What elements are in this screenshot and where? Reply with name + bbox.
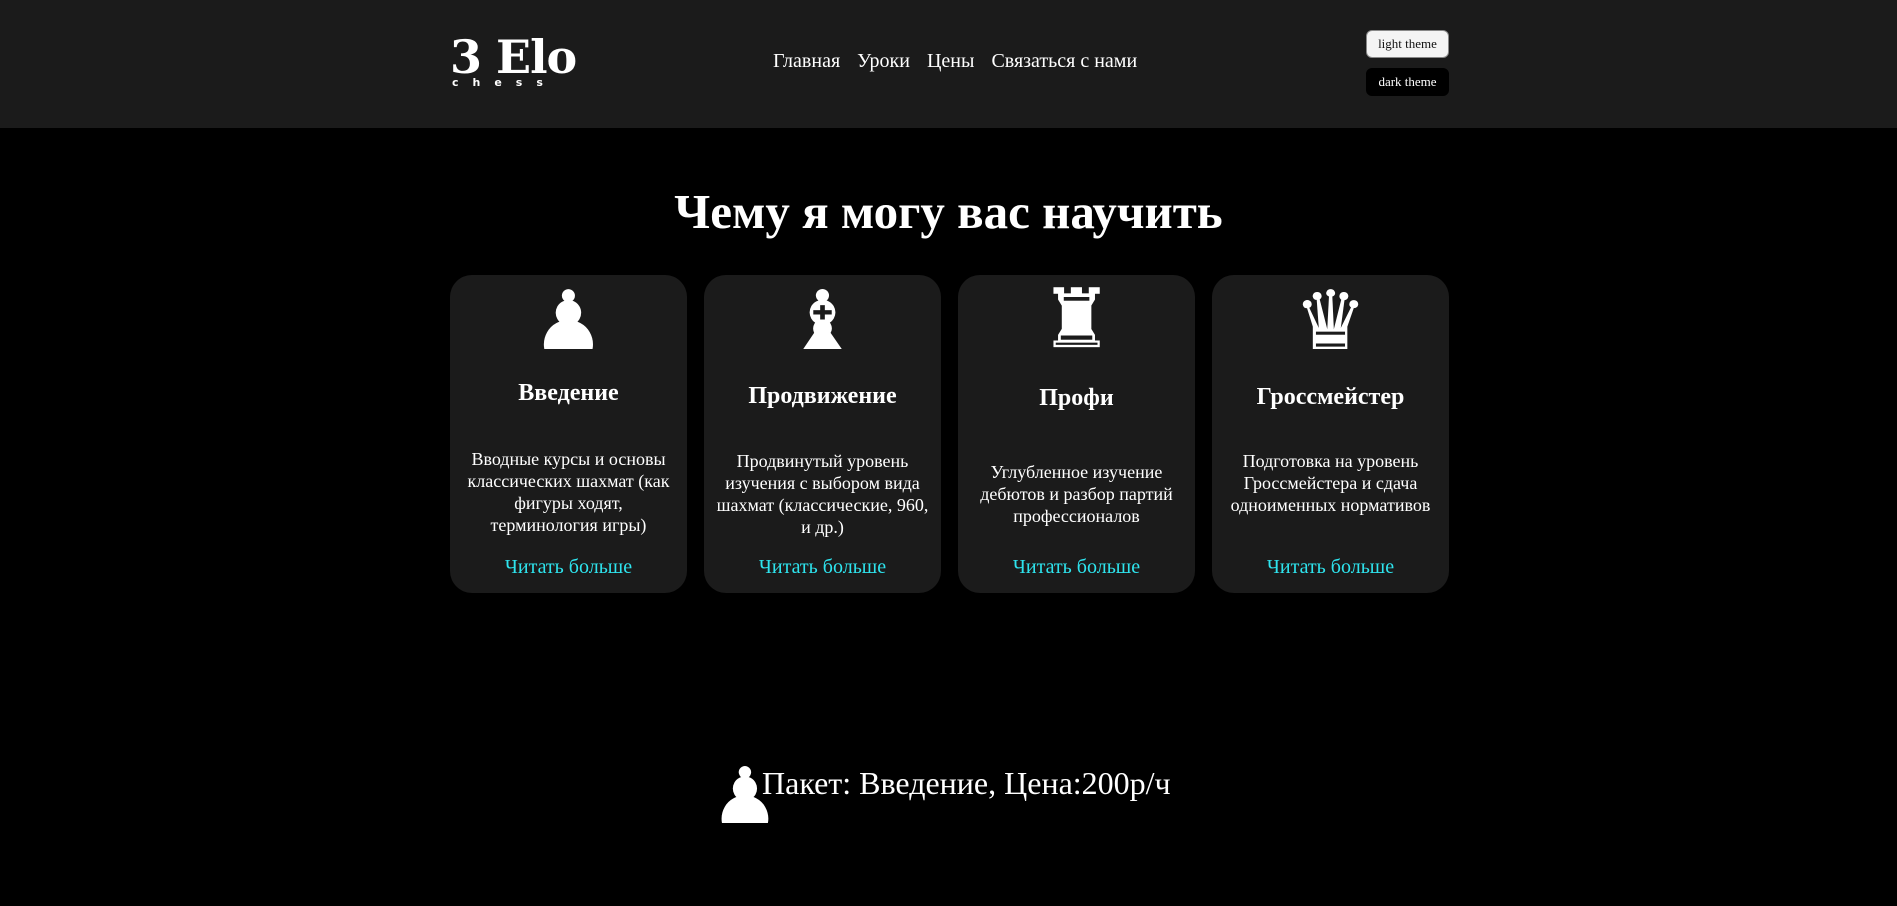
course-card-grandmaster: ♛ Гроссмейстер Подготовка на уровень Гро… [1212,275,1449,593]
package-text: Пакет: Введение, Цена:200р/ч [762,765,1171,801]
nav-link-contact[interactable]: Связаться с нами [991,50,1137,73]
card-description: Углубленное изучение дебютов и разбор па… [980,462,1173,526]
course-card-intro: ♟ Введение Вводные курсы и основы класси… [450,275,687,593]
rook-icon: ♜ [1039,272,1114,367]
card-description: Подготовка на уровень Гроссмейстера и сд… [1230,451,1431,515]
read-more-link[interactable]: Читать больше [958,555,1195,579]
bishop-icon: ♝ [785,274,860,369]
card-title: Введение [518,380,619,406]
queen-icon: ♛ [1293,274,1368,369]
pawn-icon: ♟ [531,274,606,369]
card-description: Продвинутый уровень изучения с выбором в… [716,451,929,537]
dark-theme-button[interactable]: dark theme [1366,68,1449,96]
site-header: 3 Elo chess Главная Уроки Цены Связаться… [0,0,1897,128]
read-more-link[interactable]: Читать больше [1212,555,1449,579]
light-theme-button[interactable]: light theme [1366,30,1449,58]
nav-link-lessons[interactable]: Уроки [857,50,910,73]
nav-link-prices[interactable]: Цены [927,50,974,73]
read-more-link[interactable]: Читать больше [450,555,687,579]
course-card-advanced: ♝ Продвижение Продвинутый уровень изучен… [704,275,941,593]
card-description: Вводные курсы и основы классических шахм… [467,449,670,535]
logo-subtext: chess [452,76,557,89]
main-nav: Главная Уроки Цены Связаться с нами [773,50,1137,73]
nav-link-home[interactable]: Главная [773,50,840,73]
course-card-pro: ♜ Профи Углубленное изучение дебютов и р… [958,275,1195,593]
card-title: Гроссмейстер [1256,384,1405,410]
card-title: Продвижение [748,383,897,409]
section-title: Чему я могу вас научить [674,184,1223,239]
read-more-link[interactable]: Читать больше [704,555,941,579]
card-title: Профи [1039,385,1114,411]
logo[interactable]: 3 Elo chess [450,28,577,92]
